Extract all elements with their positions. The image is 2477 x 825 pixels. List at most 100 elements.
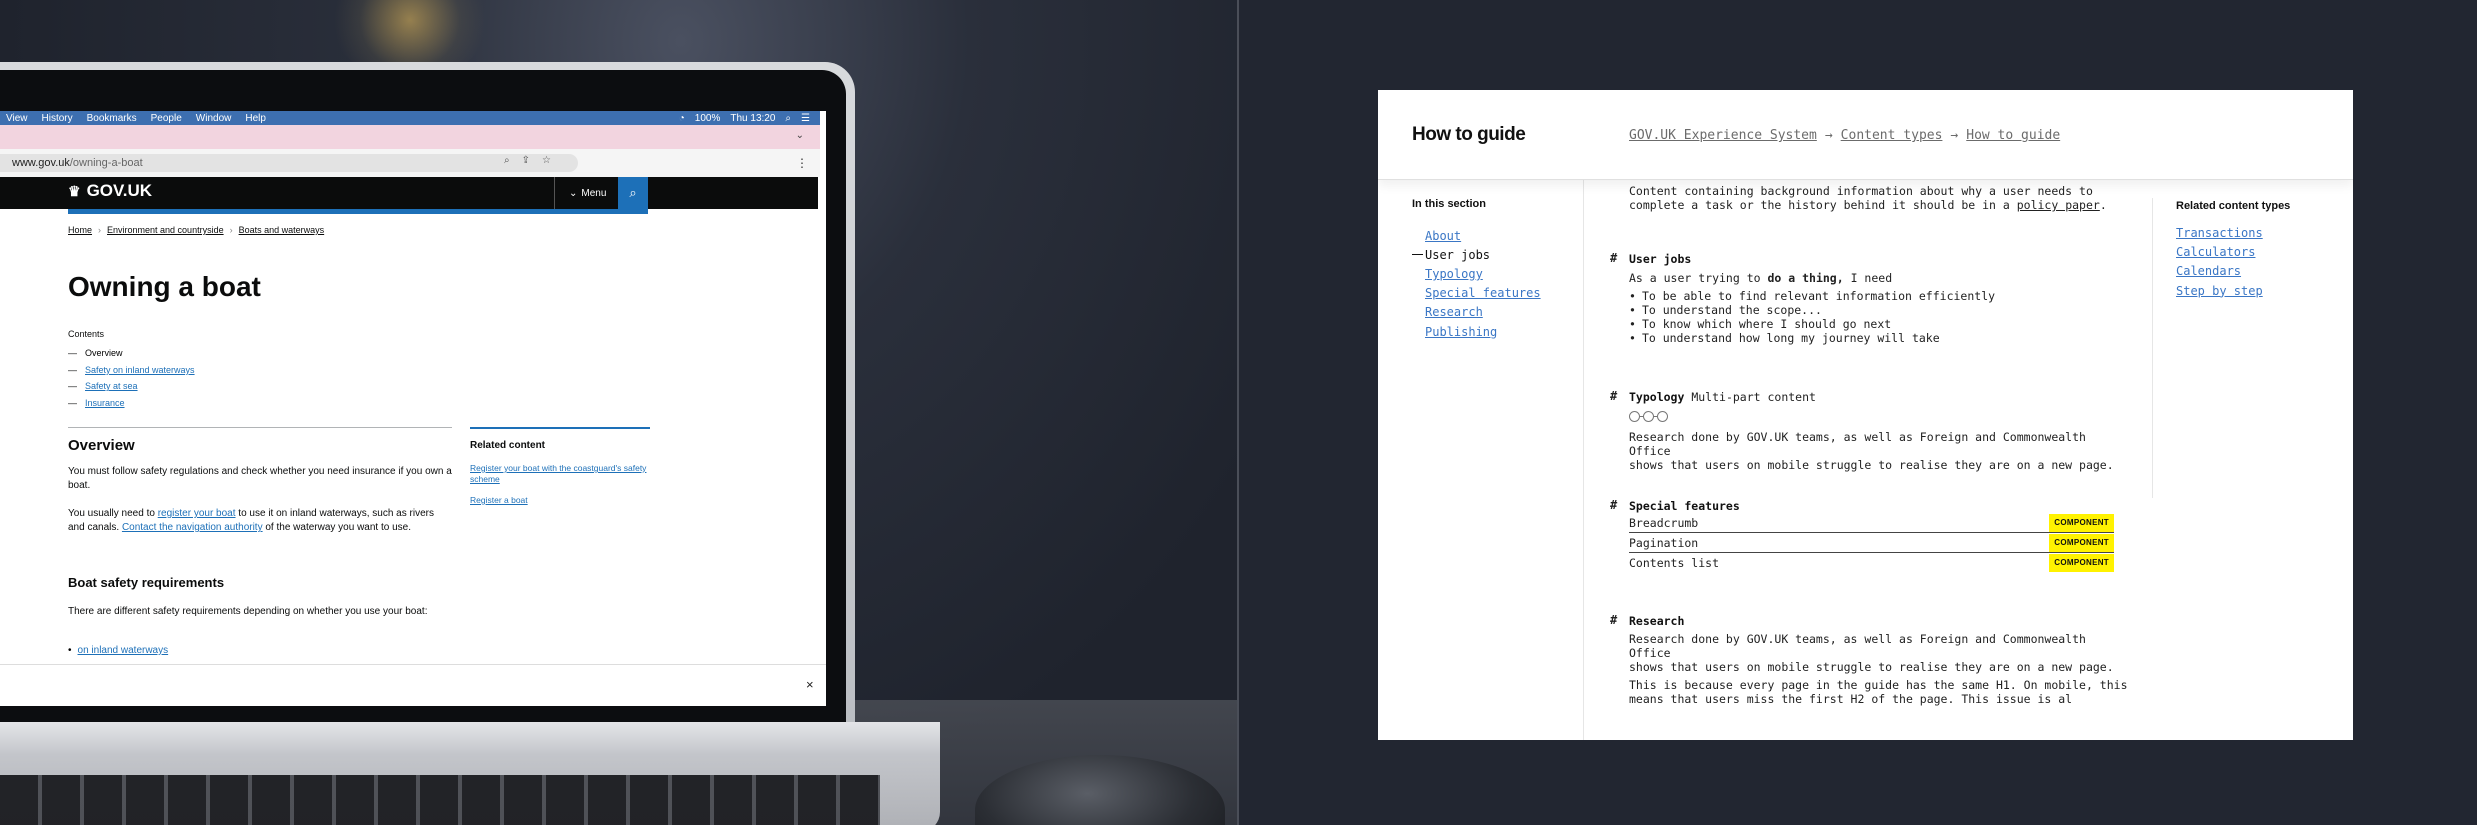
menu-button[interactable]: ⌄ Menu (554, 177, 618, 209)
contents-item: — Overview (68, 348, 123, 359)
menu-label: Menu (581, 187, 607, 199)
clock[interactable]: Thu 13:20 (730, 113, 775, 124)
step-dot (1629, 411, 1640, 422)
list-item: To understand the scope... (1629, 303, 2129, 317)
panel-divider (1237, 0, 1239, 825)
related-content-types-list: Transactions Calculators Calendars Step … (2176, 226, 2263, 303)
feature-label: Breadcrumb (1629, 515, 1699, 530)
breadcrumb: Home › Environment and countryside › Boa… (68, 225, 324, 235)
related-item-calendars[interactable]: Calendars (2176, 264, 2263, 283)
inland-waterways-link[interactable]: on inland waterways (78, 645, 169, 656)
table-row[interactable]: Pagination COMPONENT (1629, 533, 2114, 553)
menu-window[interactable]: Window (196, 113, 232, 124)
component-badge: COMPONENT (2049, 513, 2114, 532)
laptop-photo: View History Bookmarks People Window Hel… (0, 0, 1237, 825)
breadcrumb-how-to-guide[interactable]: How to guide (1966, 128, 2060, 143)
contents-item[interactable]: — Insurance (68, 395, 195, 412)
more-options-icon[interactable]: ⋮ (796, 156, 808, 170)
bottom-bar (0, 664, 826, 706)
section-nav-item-research[interactable]: Research (1412, 303, 1541, 322)
menu-people[interactable]: People (151, 113, 182, 124)
menu-history[interactable]: History (42, 113, 73, 124)
header-search-button[interactable]: ⌕ (618, 177, 648, 209)
breadcrumb-content-types[interactable]: Content types (1841, 128, 1943, 143)
section-nav-item-publishing[interactable]: Publishing (1412, 322, 1541, 341)
battery-level[interactable]: 100% (695, 113, 721, 124)
search-icon: ⌕ (629, 185, 637, 200)
chevron-down-icon[interactable]: ⌄ (796, 130, 804, 141)
overview-paragraph-1: You must follow safety regulations and c… (68, 466, 452, 491)
notification-icon[interactable]: ☰ (801, 113, 810, 124)
mac-menubar: View History Bookmarks People Window Hel… (0, 111, 820, 125)
related-item-step-by-step[interactable]: Step by step (2176, 284, 2263, 303)
page-title: How to guide (1412, 124, 1526, 145)
section-nav-item-special-features[interactable]: Special features (1412, 284, 1541, 303)
govuk-logo[interactable]: ♛ GOV.UK (68, 181, 152, 201)
component-badge: COMPONENT (2049, 533, 2114, 552)
table-row[interactable]: Breadcrumb COMPONENT (1629, 513, 2114, 533)
address-bar[interactable]: www.gov.uk/owning-a-boat (0, 154, 578, 172)
url-path: /owning-a-boat (69, 157, 143, 169)
search-icon[interactable]: ⌕ (504, 155, 510, 166)
heading-anchor[interactable]: # (1610, 613, 1617, 627)
section-divider (68, 427, 452, 428)
user-jobs-section: User jobs As a user trying to do a thing… (1629, 252, 2129, 345)
contents-item-link[interactable]: Safety on inland waterways (85, 365, 195, 375)
typology-value: Multi-part content (1691, 390, 1816, 404)
section-nav-item-user-jobs[interactable]: User jobs (1412, 245, 1541, 264)
list-item: To understand how long my journey will t… (1629, 331, 2129, 345)
menu-view[interactable]: View (6, 113, 28, 124)
url-domain: www.gov.uk (12, 157, 70, 169)
step-indicator (1629, 411, 1668, 422)
policy-paper-link[interactable]: policy paper (2017, 198, 2100, 212)
section-nav-item-about[interactable]: About (1412, 226, 1541, 245)
share-icon[interactable]: ⇪ (522, 155, 530, 166)
related-divider (470, 427, 650, 429)
breadcrumb-boats[interactable]: Boats and waterways (239, 225, 325, 235)
user-jobs-list: To be able to find relevant information … (1629, 289, 2129, 345)
list-item: To be able to find relevant information … (1629, 289, 2129, 303)
spotlight-icon[interactable]: ⌕ (785, 113, 791, 124)
menu-help[interactable]: Help (245, 113, 266, 124)
star-icon[interactable]: ☆ (542, 155, 551, 166)
menu-bookmarks[interactable]: Bookmarks (87, 113, 137, 124)
step-dot (1657, 411, 1668, 422)
govuk-logo-text: GOV.UK (86, 181, 153, 200)
special-features-table: Breadcrumb COMPONENT Pagination COMPONENT … (1629, 513, 2114, 573)
close-icon[interactable]: × (806, 677, 814, 692)
browser-toolbar: www.gov.uk/owning-a-boat ⌕ ⇪ ☆ ⋮ (0, 149, 820, 177)
step-dot (1643, 411, 1654, 422)
table-row[interactable]: Contents list COMPONENT (1629, 553, 2114, 573)
breadcrumb-environment[interactable]: Environment and countryside (107, 225, 224, 235)
register-boat-link[interactable]: register your boat (158, 508, 236, 519)
navigation-authority-link[interactable]: Contact the navigation authority (122, 522, 263, 533)
boat-safety-heading: Boat safety requirements (68, 575, 225, 590)
breadcrumb-home[interactable]: Home (68, 225, 92, 235)
section-nav-item-typology[interactable]: Typology (1412, 264, 1541, 283)
heading-anchor[interactable]: # (1610, 251, 1617, 265)
feature-label: Contents list (1629, 556, 1720, 570)
right-column-divider (2152, 198, 2153, 498)
contents-label: Contents (68, 329, 105, 339)
breadcrumb-experience-system[interactable]: GOV.UK Experience System (1629, 128, 1817, 143)
typology-text: Research done by GOV.UK teams, as well a… (1629, 430, 2114, 472)
breadcrumb-arrow: → (1950, 128, 1959, 143)
contents-item[interactable]: — Safety at sea (68, 378, 195, 395)
breadcrumb: GOV.UK Experience System → Content types… (1629, 128, 2060, 143)
related-content-heading: Related content (470, 440, 546, 451)
related-item-transactions[interactable]: Transactions (2176, 226, 2263, 245)
wifi-icon[interactable]: ◔ (679, 113, 685, 124)
contents-item[interactable]: — Safety on inland waterways (68, 362, 195, 379)
contents-item-link[interactable]: Safety at sea (85, 381, 138, 391)
boat-safety-paragraph: There are different safety requirements … (68, 606, 428, 617)
related-link-coastguard[interactable]: Register your boat with the coastguard's… (470, 463, 650, 485)
related-item-calculators[interactable]: Calculators (2176, 245, 2263, 264)
related-link-register[interactable]: Register a boat (470, 495, 650, 506)
overview-paragraph-2: You usually need to register your boat t… (68, 508, 434, 533)
component-badge: COMPONENT (2049, 554, 2114, 572)
heading-anchor[interactable]: # (1610, 498, 1617, 512)
heading-anchor[interactable]: # (1610, 389, 1617, 403)
special-features-heading: Special features (1629, 499, 1740, 513)
list-item[interactable]: • on inland waterways (68, 645, 168, 656)
contents-item-link[interactable]: Insurance (85, 398, 125, 408)
